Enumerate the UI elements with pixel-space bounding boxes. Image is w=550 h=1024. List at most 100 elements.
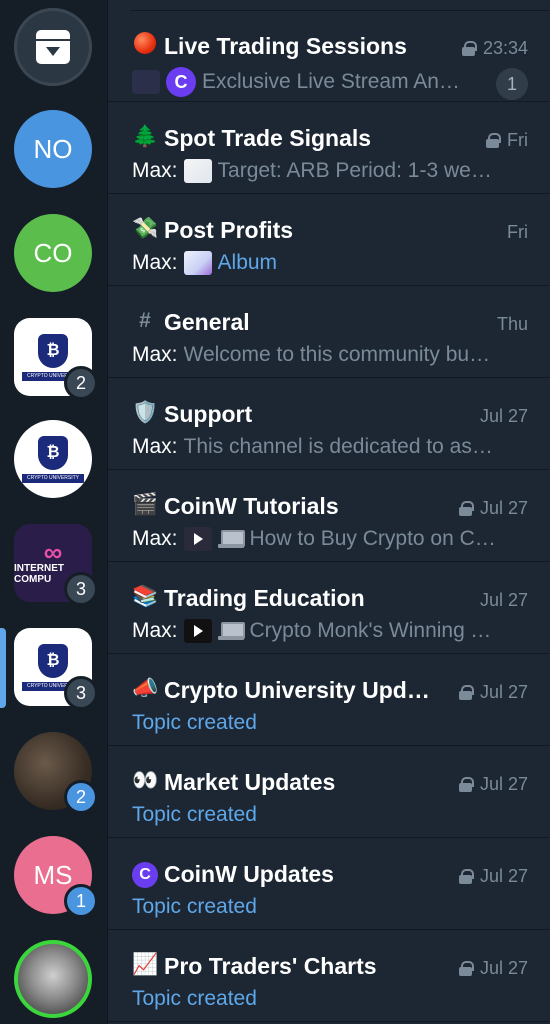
sidebar-item-ms[interactable]: MS 1 (14, 836, 98, 918)
eyes-icon: 👀 (132, 769, 159, 792)
archive-icon (36, 30, 70, 64)
topic-row-spot-trade[interactable]: 🌲 Spot Trade Signals Fri Max: Target: AR… (108, 102, 550, 194)
red-circle-icon (132, 32, 158, 58)
unread-count-badge: 1 (496, 68, 528, 100)
topic-list: Live Trading Sessions 23:34 C Exclusive … (108, 0, 550, 1024)
topic-time: Jul 27 (479, 866, 528, 886)
topic-title: CoinW Updates (164, 861, 334, 887)
topic-meta: Fri (486, 130, 528, 151)
topic-meta: Jul 27 (458, 774, 528, 795)
topic-title: Crypto University Upd… (164, 677, 430, 703)
unread-badge: 1 (64, 884, 98, 918)
bitcoin-shield-icon: ₿ (38, 435, 68, 470)
topic-row-market-updates[interactable]: 👀 Market Updates Jul 27 Topic created (108, 746, 550, 838)
topic-preview: Max: Target: ARB Period: 1-3 wee… (132, 159, 502, 183)
sidebar-item-no[interactable]: NO (14, 110, 92, 188)
shield-icon: 🛡️ (132, 401, 159, 424)
hash-icon: # (139, 309, 151, 332)
lock-icon (458, 961, 474, 976)
avatar: ₿ CRYPTO UNIVERSITY (14, 420, 92, 498)
lock-icon (486, 133, 501, 148)
sidebar-item-crypto-university-3[interactable]: ₿ CRYPTO UNIVERSITY 3 (14, 628, 98, 710)
chart-thumbnail (183, 159, 212, 183)
topic-preview: Topic created (132, 803, 257, 826)
topic-title: Live Trading Sessions (164, 33, 407, 59)
topic-title: Spot Trade Signals (164, 125, 372, 151)
topic-title: General (164, 309, 250, 335)
megaphone-icon: 📣 (132, 677, 159, 700)
topic-preview: C Exclusive Live Stream An… (132, 67, 502, 97)
topic-time: Jul 27 (479, 406, 528, 426)
topic-title: Post Profits (164, 217, 294, 243)
topic-title: CoinW Tutorials (164, 493, 339, 519)
sidebar-item-crypto-university-2[interactable]: ₿ CRYPTO UNIVERSITY (14, 420, 92, 498)
topic-row-support[interactable]: 🛡️ Support Jul 27 Max: This channel is d… (108, 378, 550, 470)
topic-preview: Max: Album (132, 251, 278, 275)
crypto-university-logo: ₿ CRYPTO UNIVERSITY (14, 420, 92, 498)
tree-icon: 🌲 (132, 125, 159, 148)
topic-meta: Fri (507, 222, 528, 243)
clapper-board-icon: 🎬 (132, 493, 159, 516)
money-wings-icon: 💸 (132, 217, 159, 240)
chart-increasing-icon: 📈 (132, 953, 159, 976)
sidebar-item-internet-computer[interactable]: ∞ INTERNET COMPU 3 (14, 524, 98, 606)
topic-row-crypto-university-updates[interactable]: 📣 Crypto University Upd… Jul 27 Topic cr… (108, 654, 550, 746)
topic-preview: Max: This channel is dedicated to as… (132, 435, 493, 458)
topic-row-post-profits[interactable]: 💸 Post Profits Fri Max: Album (108, 194, 550, 286)
logo-ribbon: CRYPTO UNIVERSITY (22, 473, 84, 483)
topic-time: Jul 27 (479, 590, 528, 610)
topic-row-coinw-updates[interactable]: C CoinW Updates Jul 27 Topic created (108, 838, 550, 930)
coinw-icon: C (132, 860, 158, 888)
sender-name: Max: (132, 343, 178, 366)
topic-meta: Thu (497, 314, 528, 335)
unread-badge: 2 (64, 366, 98, 400)
topic-preview: Max: Welcome to this community bu… (132, 343, 491, 366)
topic-title: Pro Traders' Charts (164, 953, 377, 979)
topic-title: Trading Education (164, 585, 365, 611)
topic-meta: Jul 27 (458, 682, 528, 703)
laptop-icon (217, 527, 245, 551)
sidebar-item-photo-user[interactable]: 2 (14, 732, 98, 814)
topic-preview: Topic created (132, 987, 257, 1010)
unread-badge: 3 (64, 572, 98, 606)
laptop-icon (217, 619, 245, 643)
topic-row-pro-traders-charts[interactable]: 📈 Pro Traders' Charts Jul 27 Topic creat… (108, 930, 550, 1022)
topic-time: Thu (496, 314, 528, 334)
topic-row-live-trading[interactable]: Live Trading Sessions 23:34 C Exclusive … (108, 10, 550, 102)
topic-meta: Jul 27 (458, 498, 528, 519)
coinw-icon: C (166, 67, 196, 97)
topic-preview: Topic created (132, 895, 257, 918)
topic-row-coinw-tutorials[interactable]: 🎬 CoinW Tutorials Jul 27 Max: How to Buy… (108, 470, 550, 562)
lock-icon (458, 685, 474, 700)
topic-preview: Max: How to Buy Crypto on Co… (132, 527, 502, 551)
topic-time: Jul 27 (479, 498, 528, 518)
books-icon: 📚 (132, 585, 159, 608)
sidebar-item-co[interactable]: CO (14, 214, 92, 292)
topic-meta: Jul 27 (458, 866, 528, 887)
folder-sidebar: NO CO ₿ CRYPTO UNIVERSITY 2 ₿ CRYPTO UNI… (0, 0, 108, 1024)
sidebar-item-crypto-university-1[interactable]: ₿ CRYPTO UNIVERSITY 2 (14, 318, 98, 400)
sidebar-item-face-user[interactable] (14, 940, 92, 1018)
topic-meta: Jul 27 (480, 406, 528, 427)
topic-preview: Max: Crypto Monk's Winning T… (132, 619, 502, 643)
sender-name: Max: (132, 435, 178, 458)
topic-time: Jul 27 (479, 958, 528, 978)
avatar-initials: CO (33, 237, 73, 268)
play-thumbnail (183, 619, 212, 643)
preview-thumbnail (132, 70, 160, 94)
infinity-icon: ∞ (43, 537, 63, 567)
topic-time: Jul 27 (479, 774, 528, 794)
topic-preview: Topic created (132, 711, 257, 734)
lock-icon (458, 777, 474, 792)
topic-time: Jul 27 (479, 682, 528, 702)
unread-badge: 2 (64, 780, 98, 814)
bitcoin-shield-icon: ₿ (38, 643, 68, 678)
topic-title: Market Updates (164, 769, 336, 795)
sidebar-item-archive[interactable] (14, 8, 92, 86)
lock-icon (458, 869, 474, 884)
sender-name: Max: (132, 251, 178, 274)
topic-row-trading-education[interactable]: 📚 Trading Education Jul 27 Max: Crypto M… (108, 562, 550, 654)
sender-name: Max: (132, 619, 178, 642)
topic-row-general[interactable]: # General Thu Max: Welcome to this commu… (108, 286, 550, 378)
user-photo-avatar (14, 940, 92, 1018)
